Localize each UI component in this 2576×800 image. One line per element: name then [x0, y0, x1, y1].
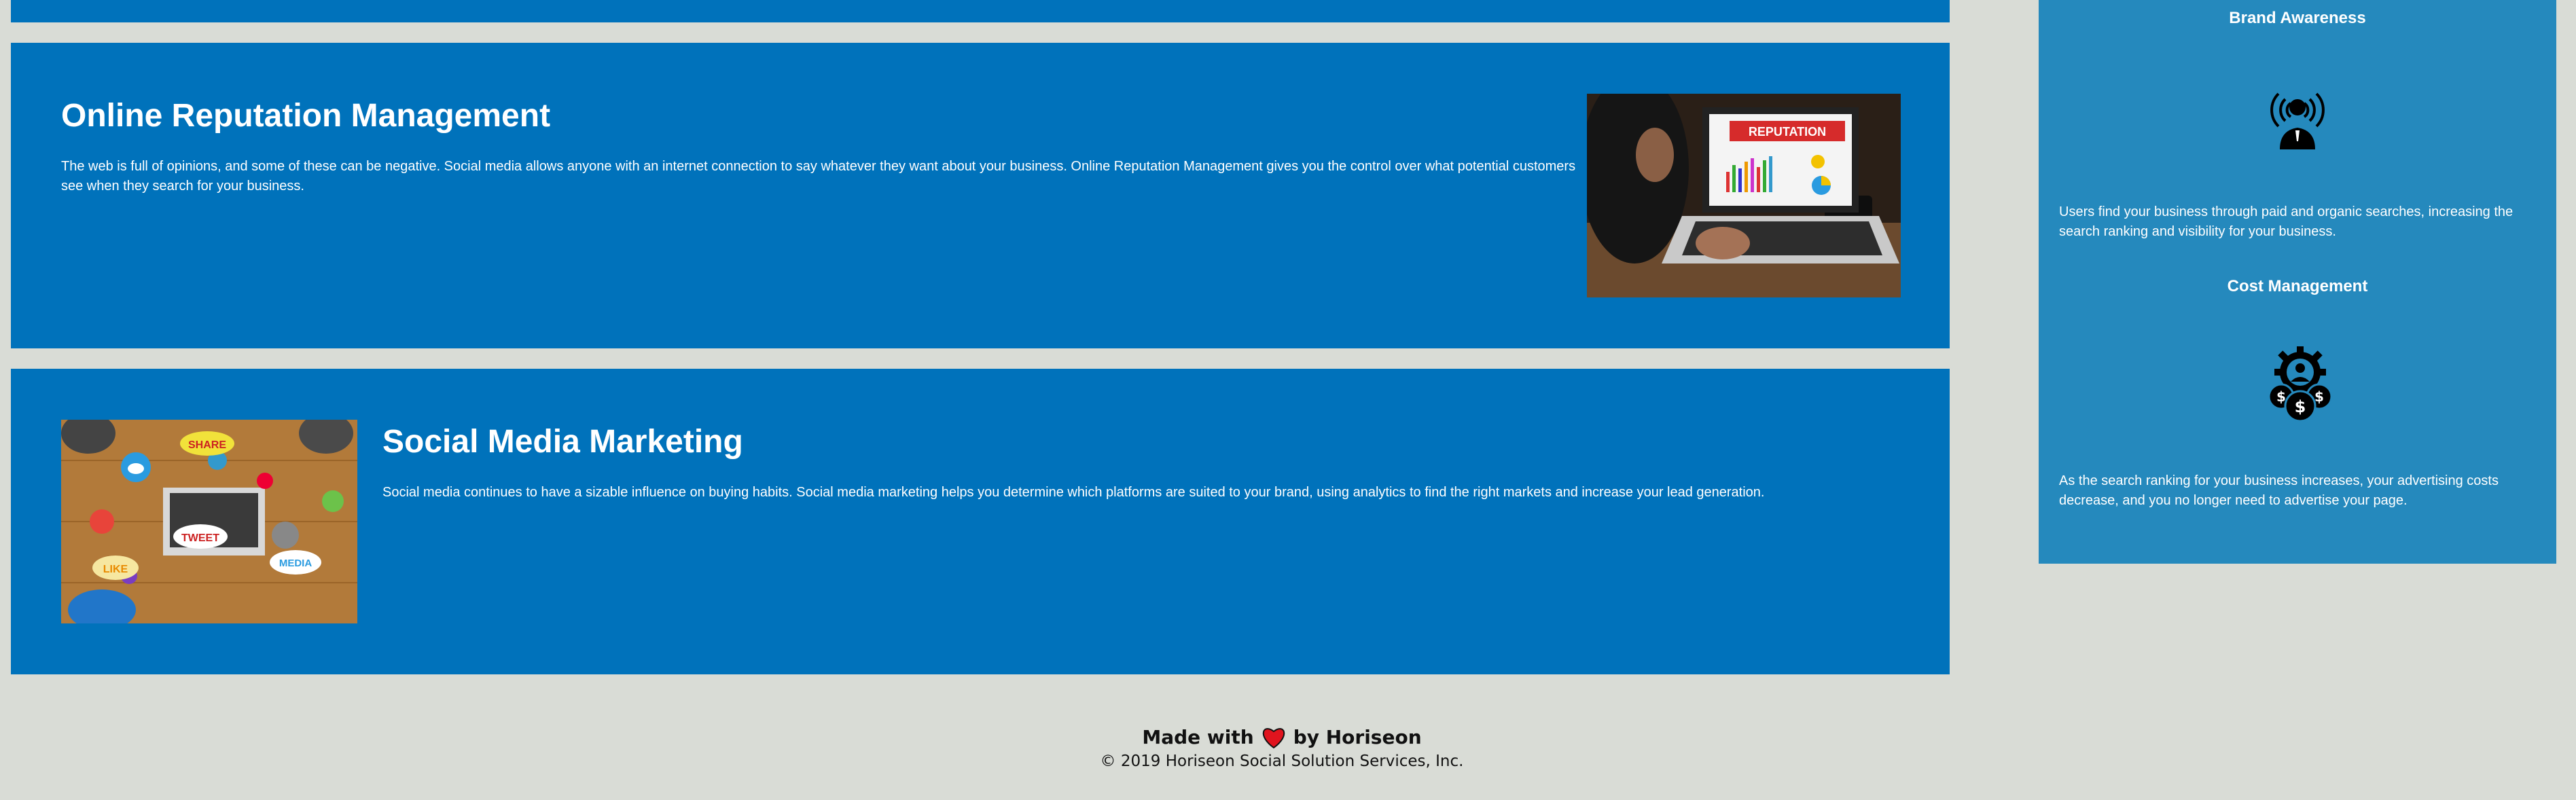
cost-management-text: As the search ranking for your business … [2059, 473, 2499, 508]
online-reputation-management-section: Online Reputation Management The web is … [11, 43, 1950, 348]
section-title: Social Media Marketing [382, 424, 743, 460]
section-description: The web is full of opinions, and some of… [61, 159, 1576, 194]
section-description: Social media continues to have a sizable… [382, 485, 1765, 500]
heart-icon [1261, 726, 1287, 749]
tweet-bubble-text: TWEET [181, 532, 219, 544]
brand-awareness-title: Brand Awareness [2229, 9, 2366, 27]
gear-coins-icon: $ $ $ [2257, 342, 2338, 424]
by-horiseon-text: by Horiseon [1293, 726, 1422, 748]
benefits-sidebar: Brand Awareness Users find your business… [2039, 0, 2556, 564]
cost-management-title: Cost Management [2227, 277, 2368, 295]
brand-awareness-text: Users find your business through paid an… [2059, 204, 2514, 239]
made-with-text: Made with [1142, 726, 1254, 748]
social-media-marketing-section: SHARE TWEET LIKE MEDIA Social Media Mark… [11, 369, 1950, 674]
share-bubble-text: SHARE [188, 439, 226, 451]
page-footer: Made with by Horiseon © 2019 Horiseon So… [976, 724, 1588, 771]
previous-section-bottom [11, 0, 1950, 22]
svg-text:$: $ [2314, 388, 2324, 405]
media-bubble-text: MEDIA [279, 558, 312, 569]
reputation-laptop-image: REPUTATION [1587, 94, 1901, 297]
copyright-text: © 2019 Horiseon Social Solution Services… [1100, 752, 1464, 770]
svg-text:$: $ [2295, 397, 2306, 416]
svg-text:$: $ [2276, 388, 2286, 405]
like-bubble-text: LIKE [103, 564, 128, 575]
reputation-sign-text: REPUTATION [1749, 125, 1826, 139]
broadcast-person-icon [2257, 73, 2338, 155]
made-with-line: Made with by Horiseon [976, 724, 1588, 751]
social-media-table-image: SHARE TWEET LIKE MEDIA [61, 420, 357, 623]
section-title: Online Reputation Management [61, 98, 551, 134]
